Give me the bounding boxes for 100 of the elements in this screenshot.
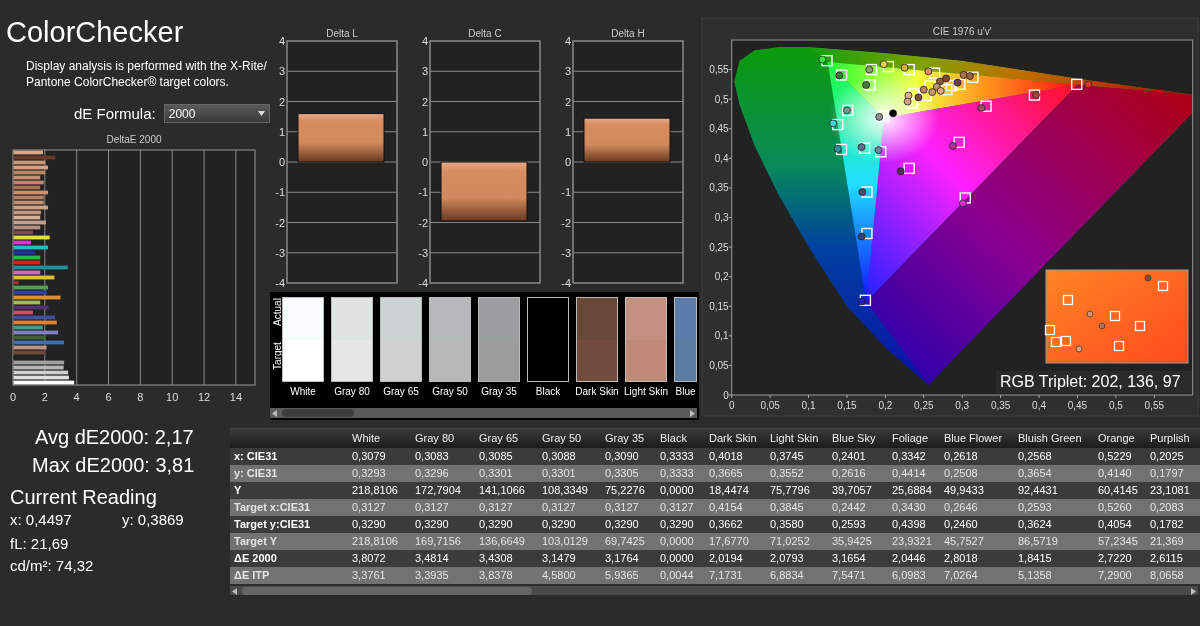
table-cell: 0,5229 [1094,448,1146,465]
row-header: Target y:CIE31 [230,516,348,533]
horizontal-scrollbar[interactable] [230,586,1198,595]
tick-label: 0,2 [714,271,729,283]
table-cell: 0,3333 [656,448,705,465]
chart-title: Delta L [326,28,358,39]
swatch-label: Gray 35 [481,385,517,398]
target-marker [953,136,965,149]
row-header: y: CIE31 [230,465,348,482]
table-cell: 35,9425 [828,533,888,550]
table-cell: 0,3301 [475,465,538,482]
table-cell: 3,3935 [411,567,475,584]
target-marker [864,79,876,91]
table-cell: 5,9365 [601,567,656,584]
target-marker [882,60,895,73]
table-cell: 2,7220 [1094,550,1146,567]
column-header: Gray 80 [411,429,475,448]
tick-label: 0 [9,391,17,403]
row-header: Y [230,482,348,499]
tick-label: 14 [229,391,242,403]
table-cell: 57,2345 [1094,533,1146,550]
table-cell: 0,3342 [888,448,940,465]
table-cell: 0,2025 [1146,448,1200,465]
tick-label: 0,55 [709,64,729,76]
max-delta-e: Max dE2000: 3,81 [32,453,195,478]
tick-label: 0,5 [1108,400,1123,411]
table-cell: 0,2568 [1014,448,1094,465]
scroll-right-icon[interactable] [1191,587,1196,595]
tick-label: 0 [278,156,285,168]
tick-label: 0,25 [914,400,934,411]
foot-lambert-reading: fL: 21,69 [10,535,69,553]
tick-label: 0,15 [837,400,857,411]
table-cell: 0,3083 [411,448,475,465]
horizontal-scrollbar[interactable] [270,408,697,418]
table-cell: 0,2646 [940,499,1014,516]
formula-dropdown[interactable]: 2000 [163,104,270,123]
table-cell: 0,0000 [656,482,705,499]
tick-label: 1 [278,125,285,138]
tick-label: 12 [197,391,211,403]
table-cell: 23,9321 [888,533,940,550]
scrollbar-thumb[interactable] [282,409,354,417]
table-cell: 0,3127 [348,499,411,516]
table-cell: 0,3290 [475,516,538,533]
table-cell: 71,0252 [766,533,828,550]
tick-label: 0,05 [709,359,729,371]
table-cell: 86,5719 [1014,533,1094,550]
tick-label: -3 [275,246,285,259]
column-header: Dark Skin [705,429,766,448]
chart-title: Delta C [468,28,502,39]
table-cell: 0,3290 [601,516,656,533]
target-marker [821,55,833,67]
table-cell: 0,0000 [656,550,705,567]
scrollbar-thumb[interactable] [242,587,532,595]
row-header: ΔE ITP [230,567,348,584]
table-cell: 3,8378 [475,567,538,584]
tick-label: 0 [421,156,428,168]
tick-label: 3 [421,65,428,78]
target-marker [906,97,918,109]
tick-label: -1 [561,186,571,199]
target-marker [859,294,872,307]
average-delta-e: Avg dE2000: 2,17 [35,425,194,450]
table-cell: 0,3301 [538,465,601,482]
tick-label: 0,1 [801,400,816,411]
table-cell: 39,7057 [828,482,888,499]
target-marker [877,110,889,123]
table-cell: 0,3293 [348,465,411,482]
tick-label: -4 [561,277,571,289]
table-cell: 218,8106 [348,533,411,550]
target-marker [959,192,971,204]
table-cell: 0,3305 [601,465,656,482]
swatch-label: White [290,385,316,398]
column-header: White [348,429,411,448]
table-cell: 0,3845 [766,499,828,516]
tick-label: 4 [421,35,428,47]
tick-label: 0,45 [1067,400,1088,411]
table-cell: 0,2083 [1146,499,1200,516]
table-cell: 0,3088 [538,448,601,465]
scroll-right-icon[interactable] [690,409,695,417]
table-cell: 0,2593 [1014,499,1094,516]
target-marker [908,88,920,100]
table-cell: 0,3333 [656,465,705,482]
tick-label: -3 [418,246,428,259]
swatch-label: Blue [675,385,696,398]
table-cell: 23,1081 [1146,482,1200,499]
table-cell: 25,6884 [888,482,940,499]
table-cell: 21,369 [1146,533,1200,550]
scroll-left-icon[interactable] [232,587,237,595]
tick-label: 0 [564,156,571,168]
table-cell: 0,4140 [1094,465,1146,482]
target-marker [967,71,979,83]
swatch-label: Dark Skin [575,385,619,398]
table-cell: 92,4431 [1014,482,1094,499]
tick-label: 1 [564,125,571,138]
row-label: Actual [272,297,284,328]
table-cell: 0,3290 [411,516,475,533]
table-cell: 0,3290 [348,516,411,533]
chart-title: CIE 1976 u'v' [932,26,992,37]
swatch-label: Light Skin [624,385,668,398]
target-marker [903,63,915,76]
scroll-left-icon[interactable] [272,409,277,417]
